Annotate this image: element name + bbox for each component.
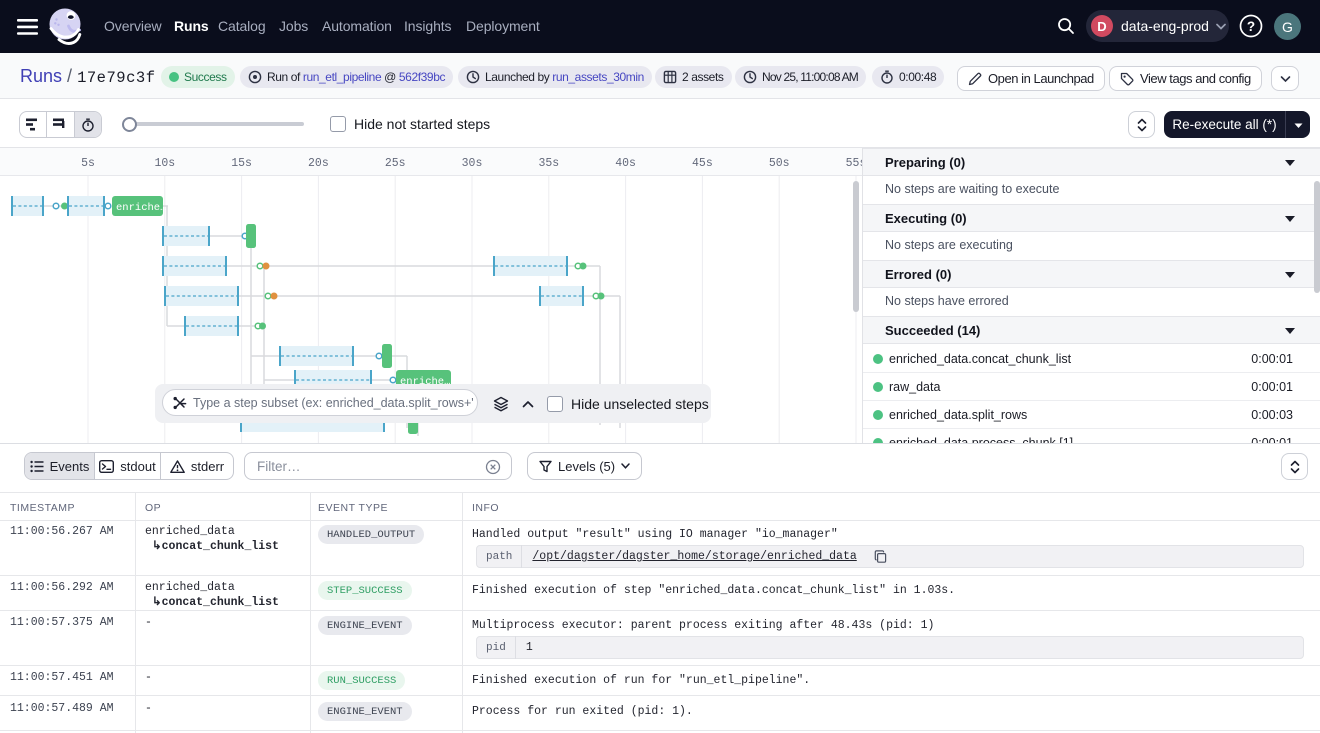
svg-text:5s: 5s <box>81 157 95 170</box>
svg-text:15s: 15s <box>231 157 252 170</box>
svg-text:50s: 50s <box>769 157 790 170</box>
svg-text:20s: 20s <box>308 157 329 170</box>
svg-text:25s: 25s <box>385 157 406 170</box>
svg-text:45s: 45s <box>692 157 713 170</box>
svg-text:10s: 10s <box>154 157 175 170</box>
svg-text:40s: 40s <box>615 157 636 170</box>
svg-text:?: ? <box>1247 19 1255 34</box>
svg-text:30s: 30s <box>462 157 483 170</box>
svg-text:55s: 55s <box>846 157 862 170</box>
svg-text:enriche…: enriche… <box>116 202 166 214</box>
svg-text:35s: 35s <box>538 157 559 170</box>
